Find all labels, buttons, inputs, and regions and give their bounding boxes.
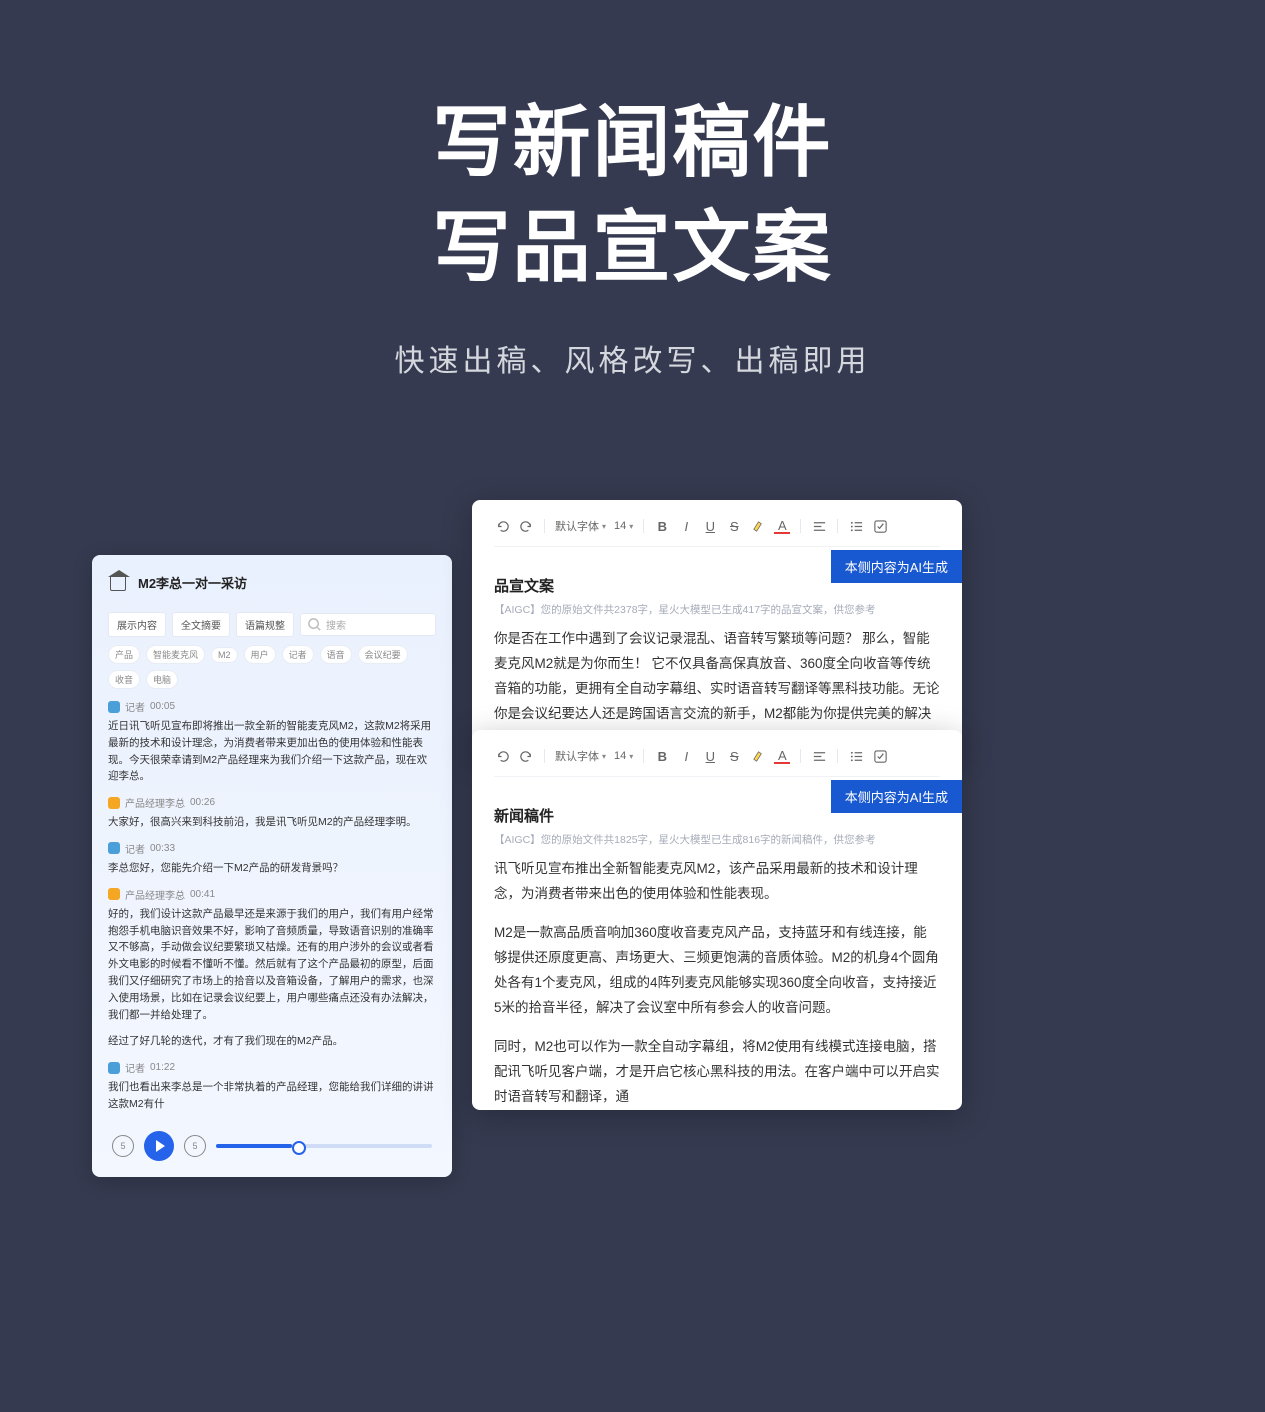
msg-text: 李总您好，您能先介绍一下M2产品的研发背景吗？ [108, 860, 436, 877]
strike-icon[interactable]: S [726, 518, 742, 534]
play-button[interactable] [144, 1131, 174, 1161]
timestamp: 00:05 [150, 701, 175, 712]
speaker-name: 产品经理李总 [125, 887, 185, 902]
transcript-panel: M2李总一对一采访 展示内容 全文摘要 语篇规整 搜索 产品智能麦克风M2用户记… [92, 555, 452, 1177]
audio-player: 5 5 [108, 1125, 436, 1167]
doc-title: M2李总一对一采访 [138, 573, 247, 592]
transcript-msg: 产品经理李总 00:41 好的，我们设计这款产品最早还是来源于我们的用户，我们有用户… [108, 887, 436, 1024]
msg-text: 大家好，很高兴来到科技前沿，我是讯飞听见M2的产品经理李明。 [108, 814, 436, 831]
transcript-msg: 经过了好几轮的迭代，才有了我们现在的M2产品。 [108, 1033, 436, 1050]
color-icon[interactable]: A [774, 748, 790, 764]
toolbar: 默认字体 14 B I U S A [494, 746, 940, 777]
hero-line1: 写新闻稿件 [432, 98, 832, 186]
speaker-name: 产品经理李总 [125, 795, 185, 810]
tag[interactable]: 记者 [282, 645, 314, 664]
forward-button[interactable]: 5 [184, 1135, 206, 1157]
tag[interactable]: 用户 [244, 645, 276, 664]
align-icon[interactable] [811, 518, 827, 534]
speaker-icon [108, 842, 120, 854]
check-icon[interactable] [872, 518, 888, 534]
tag[interactable]: M2 [211, 647, 238, 663]
bold-icon[interactable]: B [654, 518, 670, 534]
transcript-msg: 记者 00:33 李总您好，您能先介绍一下M2产品的研发背景吗？ [108, 841, 436, 877]
card1-meta: 【AIGC】您的原始文件共2378字，星火大模型已生成417字的品宣文案，供您参… [494, 602, 940, 617]
speaker-icon [108, 888, 120, 900]
timestamp: 01:22 [150, 1062, 175, 1073]
redo-icon[interactable] [518, 748, 534, 764]
redo-icon[interactable] [518, 518, 534, 534]
italic-icon[interactable]: I [678, 748, 694, 764]
view-btn[interactable]: 展示内容 [108, 612, 166, 637]
speaker-icon [108, 701, 120, 713]
home-icon[interactable] [110, 575, 126, 591]
card2-body: 讯飞听见宣布推出全新智能麦克风M2，该产品采用最新的技术和设计理念，为消费者带来… [494, 857, 940, 1110]
msg-text: 好的，我们设计这款产品最早还是来源于我们的用户，我们有用户经常抱怨手机电脑识音效… [108, 906, 436, 1024]
tag[interactable]: 会议纪要 [358, 645, 408, 664]
progress-track[interactable] [216, 1144, 432, 1148]
bold-icon[interactable]: B [654, 748, 670, 764]
hero-sub: 快速出稿、风格改写、出稿即用 [0, 336, 1265, 380]
transcript-msg: 产品经理李总 00:26 大家好，很高兴来到科技前沿，我是讯飞听见M2的产品经理李明… [108, 795, 436, 831]
strike-icon[interactable]: S [726, 748, 742, 764]
check-icon[interactable] [872, 748, 888, 764]
underline-icon[interactable]: U [702, 748, 718, 764]
transcript-msg: 记者 00:05 近日讯飞听见宣布即将推出一款全新的智能麦克风M2，这款M2将采用最… [108, 699, 436, 785]
speaker-icon [108, 1062, 120, 1074]
font-select[interactable]: 默认字体 [555, 748, 606, 764]
toolbar: 默认字体 14 B I U S A [494, 516, 940, 547]
format-btn[interactable]: 语篇规整 [236, 612, 294, 637]
hero-line2: 写品宣文案 [432, 203, 832, 291]
timestamp: 00:26 [190, 797, 215, 808]
size-select[interactable]: 14 [614, 520, 633, 532]
search-input[interactable]: 搜索 [300, 613, 436, 636]
list-icon[interactable] [848, 748, 864, 764]
undo-icon[interactable] [494, 518, 510, 534]
rewind-button[interactable]: 5 [112, 1135, 134, 1157]
editor-card-news: 默认字体 14 B I U S A 本侧内容为AI生成 新闻稿件 【AIGC】您… [472, 730, 962, 1110]
tag[interactable]: 收音 [108, 670, 140, 689]
ai-badge: 本侧内容为AI生成 [831, 550, 962, 583]
tag[interactable]: 语音 [320, 645, 352, 664]
color-icon[interactable]: A [774, 518, 790, 534]
highlight-icon[interactable] [750, 518, 766, 534]
size-select[interactable]: 14 [614, 750, 633, 762]
timestamp: 00:41 [190, 889, 215, 900]
list-icon[interactable] [848, 518, 864, 534]
highlight-icon[interactable] [750, 748, 766, 764]
speaker-name: 记者 [125, 699, 145, 714]
undo-icon[interactable] [494, 748, 510, 764]
msg-text: 我们也看出来李总是一个非常执着的产品经理，您能给我们详细的讲讲这款M2有什 [108, 1079, 436, 1113]
speaker-name: 记者 [125, 1060, 145, 1075]
tag[interactable]: 产品 [108, 645, 140, 664]
summary-btn[interactable]: 全文摘要 [172, 612, 230, 637]
tag[interactable]: 电脑 [146, 670, 178, 689]
align-icon[interactable] [811, 748, 827, 764]
speaker-icon [108, 797, 120, 809]
tag[interactable]: 智能麦克风 [146, 645, 205, 664]
card2-meta: 【AIGC】您的原始文件共1825字，星火大模型已生成816字的新闻稿件，供您参… [494, 832, 940, 847]
underline-icon[interactable]: U [702, 518, 718, 534]
search-icon [307, 617, 322, 632]
msg-text: 经过了好几轮的迭代，才有了我们现在的M2产品。 [108, 1033, 436, 1050]
speaker-name: 记者 [125, 841, 145, 856]
font-select[interactable]: 默认字体 [555, 518, 606, 534]
ai-badge: 本侧内容为AI生成 [831, 780, 962, 813]
timestamp: 00:33 [150, 843, 175, 854]
italic-icon[interactable]: I [678, 518, 694, 534]
msg-text: 近日讯飞听见宣布即将推出一款全新的智能麦克风M2，这款M2将采用最新的技术和设计… [108, 718, 436, 785]
editor-card-brand: 默认字体 14 B I U S A 本侧内容为AI生成 品宣文案 【AIGC】您… [472, 500, 962, 755]
transcript-msg: 记者 01:22 我们也看出来李总是一个非常执着的产品经理，您能给我们详细的讲讲这款… [108, 1060, 436, 1113]
